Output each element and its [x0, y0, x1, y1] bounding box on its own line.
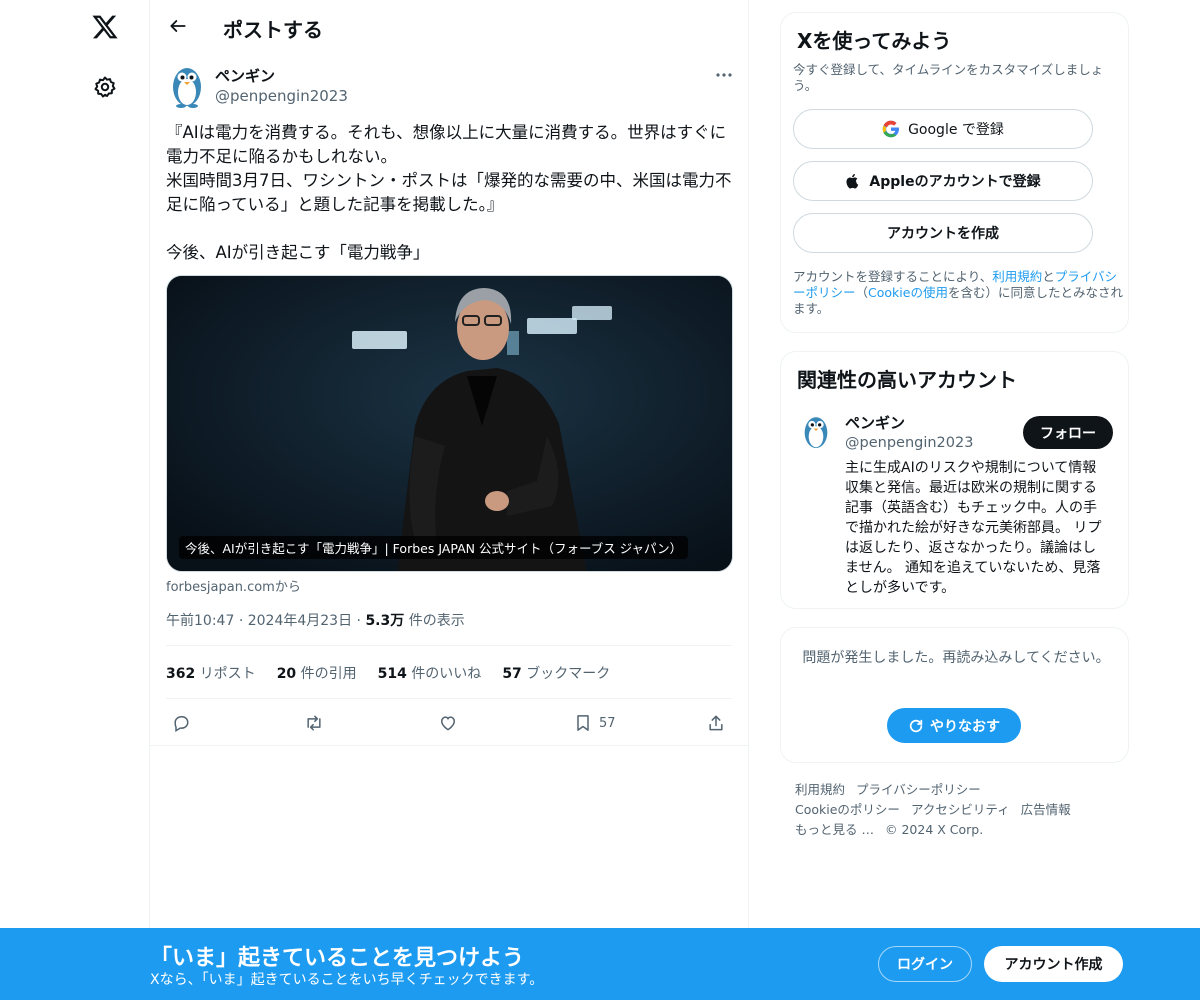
likes-stat[interactable]: 514 件のいいね	[378, 663, 482, 683]
reply-button[interactable]	[171, 710, 191, 736]
arrow-left-icon[interactable]	[164, 12, 192, 40]
bookmark-count: 57	[599, 715, 616, 731]
footer-links: 利用規約 プライバシーポリシー Cookieのポリシー アクセシビリティ 広告情報 も…	[795, 780, 1115, 840]
google-signup-button[interactable]: Google で登録	[793, 109, 1093, 149]
related-account-handle[interactable]: @penpengin2023	[845, 435, 973, 451]
login-button[interactable]: ログイン	[878, 946, 972, 982]
post-actions: 57	[166, 710, 736, 736]
like-button[interactable]	[438, 710, 458, 736]
footer-accessibility-link[interactable]: アクセシビリティ	[911, 802, 1010, 817]
divider	[166, 698, 732, 699]
signup-box: Xを使ってみよう 今すぐ登録して、タイムラインをカスタマイズしましょう。 Goo…	[780, 12, 1129, 333]
post-meta: 午前10:47 · 2024年4月23日 · 5.3万 件の表示	[166, 613, 465, 629]
repost-button[interactable]	[303, 710, 325, 736]
follow-button[interactable]: フォロー	[1023, 416, 1113, 449]
error-message: 問題が発生しました。再読み込みしてください。	[802, 650, 1110, 666]
divider	[166, 645, 732, 646]
left-nav	[0, 0, 150, 1000]
author-handle[interactable]: @penpengin2023	[215, 87, 348, 105]
apple-signup-button[interactable]: Appleのアカウントで登録	[793, 161, 1093, 201]
apple-signup-label: Appleのアカウントで登録	[869, 174, 1041, 190]
bottom-bar-title: 「いま」起きていることを見つけよう	[150, 946, 525, 971]
gear-icon[interactable]	[91, 73, 119, 101]
post-author: ペンギン @penpengin2023	[166, 62, 736, 108]
create-account-label: アカウントを作成	[887, 226, 999, 242]
create-account-button[interactable]: アカウントを作成	[793, 213, 1093, 253]
card-caption: 今後、AIが引き起こす「電力戦争」| Forbes JAPAN 公式サイト（フォ…	[179, 536, 689, 559]
retry-label: やりなおす	[930, 718, 1000, 735]
post-date[interactable]: 2024年4月23日	[248, 613, 352, 629]
related-title: 関連性の高いアカウント	[797, 368, 1017, 392]
cookie-link[interactable]: Cookieの使用	[868, 285, 948, 300]
footer-terms-link[interactable]: 利用規約	[795, 782, 845, 797]
page-title: ポストする	[223, 18, 323, 42]
more-options-icon[interactable]	[712, 65, 736, 85]
footer-copyright: © 2024 X Corp.	[884, 822, 984, 837]
quotes-stat[interactable]: 20 件の引用	[277, 663, 357, 683]
bookmark-icon	[577, 715, 589, 731]
post-time[interactable]: 午前10:47	[166, 613, 234, 629]
refresh-icon	[909, 719, 923, 732]
bottom-signin-bar: 「いま」起きていることを見つけよう Xなら、「いま」起きていることをいち早くチェ…	[0, 928, 1200, 1000]
share-button[interactable]	[706, 710, 726, 736]
author-name[interactable]: ペンギン	[215, 65, 275, 86]
card-image	[167, 276, 732, 571]
signup-title: Xを使ってみよう	[797, 29, 952, 53]
bottom-bar-subtitle: Xなら、「いま」起きていることをいち早くチェックできます。	[150, 972, 544, 988]
related-account-bio: 主に生成AIのリスクや規制について情報収集と発信。最近は欧米の規制に関する記事（…	[845, 460, 1102, 596]
reply-icon	[174, 716, 189, 732]
views-count: 5.3万	[365, 613, 405, 629]
related-account-name[interactable]: ペンギン	[845, 412, 905, 433]
heart-icon	[440, 716, 456, 731]
post-stats: 362 リポスト 20 件の引用 514 件のいいね 57 ブックマーク	[166, 663, 610, 683]
error-box: 問題が発生しました。再読み込みしてください。 やりなおす	[780, 627, 1129, 763]
footer-privacy-link[interactable]: プライバシーポリシー	[856, 782, 981, 797]
footer-more-link[interactable]: もっと見る …	[795, 822, 874, 837]
related-accounts-box: 関連性の高いアカウント ペンギン @penpengin2023 フォロー 主に生…	[780, 351, 1129, 609]
link-card[interactable]: 今後、AIが引き起こす「電力戦争」| Forbes JAPAN 公式サイト（フォ…	[166, 275, 733, 572]
retry-button[interactable]: やりなおす	[887, 708, 1021, 743]
signup-button[interactable]: アカウント作成	[984, 946, 1123, 982]
reposts-stat[interactable]: 362 リポスト	[166, 663, 256, 683]
terms-link[interactable]: 利用規約	[992, 269, 1042, 284]
main-column: ポストする ペンギン @penpengin2023 『AIは電力を消費する。それ…	[149, 0, 749, 1000]
signup-legal-text: アカウントを登録することにより、利用規約とプライバシーポリシー（Cookieの使…	[793, 269, 1123, 316]
views-label: 件の表示	[408, 613, 465, 629]
page-header: ポストする	[150, 0, 748, 54]
x-logo-icon[interactable]	[88, 10, 122, 44]
divider	[150, 745, 748, 746]
footer-cookie-link[interactable]: Cookieのポリシー	[795, 802, 900, 817]
repost-icon	[307, 715, 321, 731]
card-source[interactable]: forbesjapan.comから	[166, 576, 301, 595]
footer-ads-link[interactable]: 広告情報	[1021, 802, 1071, 817]
google-signup-label: Google で登録	[908, 122, 1004, 138]
share-icon	[709, 715, 723, 731]
post-text: 『AIは電力を消費する。それも、想像以上に大量に消費する。世界はすぐに電力不足に…	[166, 123, 732, 262]
apple-icon	[846, 174, 859, 189]
avatar[interactable]	[166, 62, 208, 108]
bookmark-button[interactable]: 57	[573, 710, 616, 736]
google-icon	[882, 120, 899, 138]
avatar[interactable]	[799, 410, 833, 452]
signup-subtitle: 今すぐ登録して、タイムラインをカスタマイズしましょう。	[793, 62, 1104, 93]
bookmarks-stat[interactable]: 57 ブックマーク	[502, 663, 610, 683]
